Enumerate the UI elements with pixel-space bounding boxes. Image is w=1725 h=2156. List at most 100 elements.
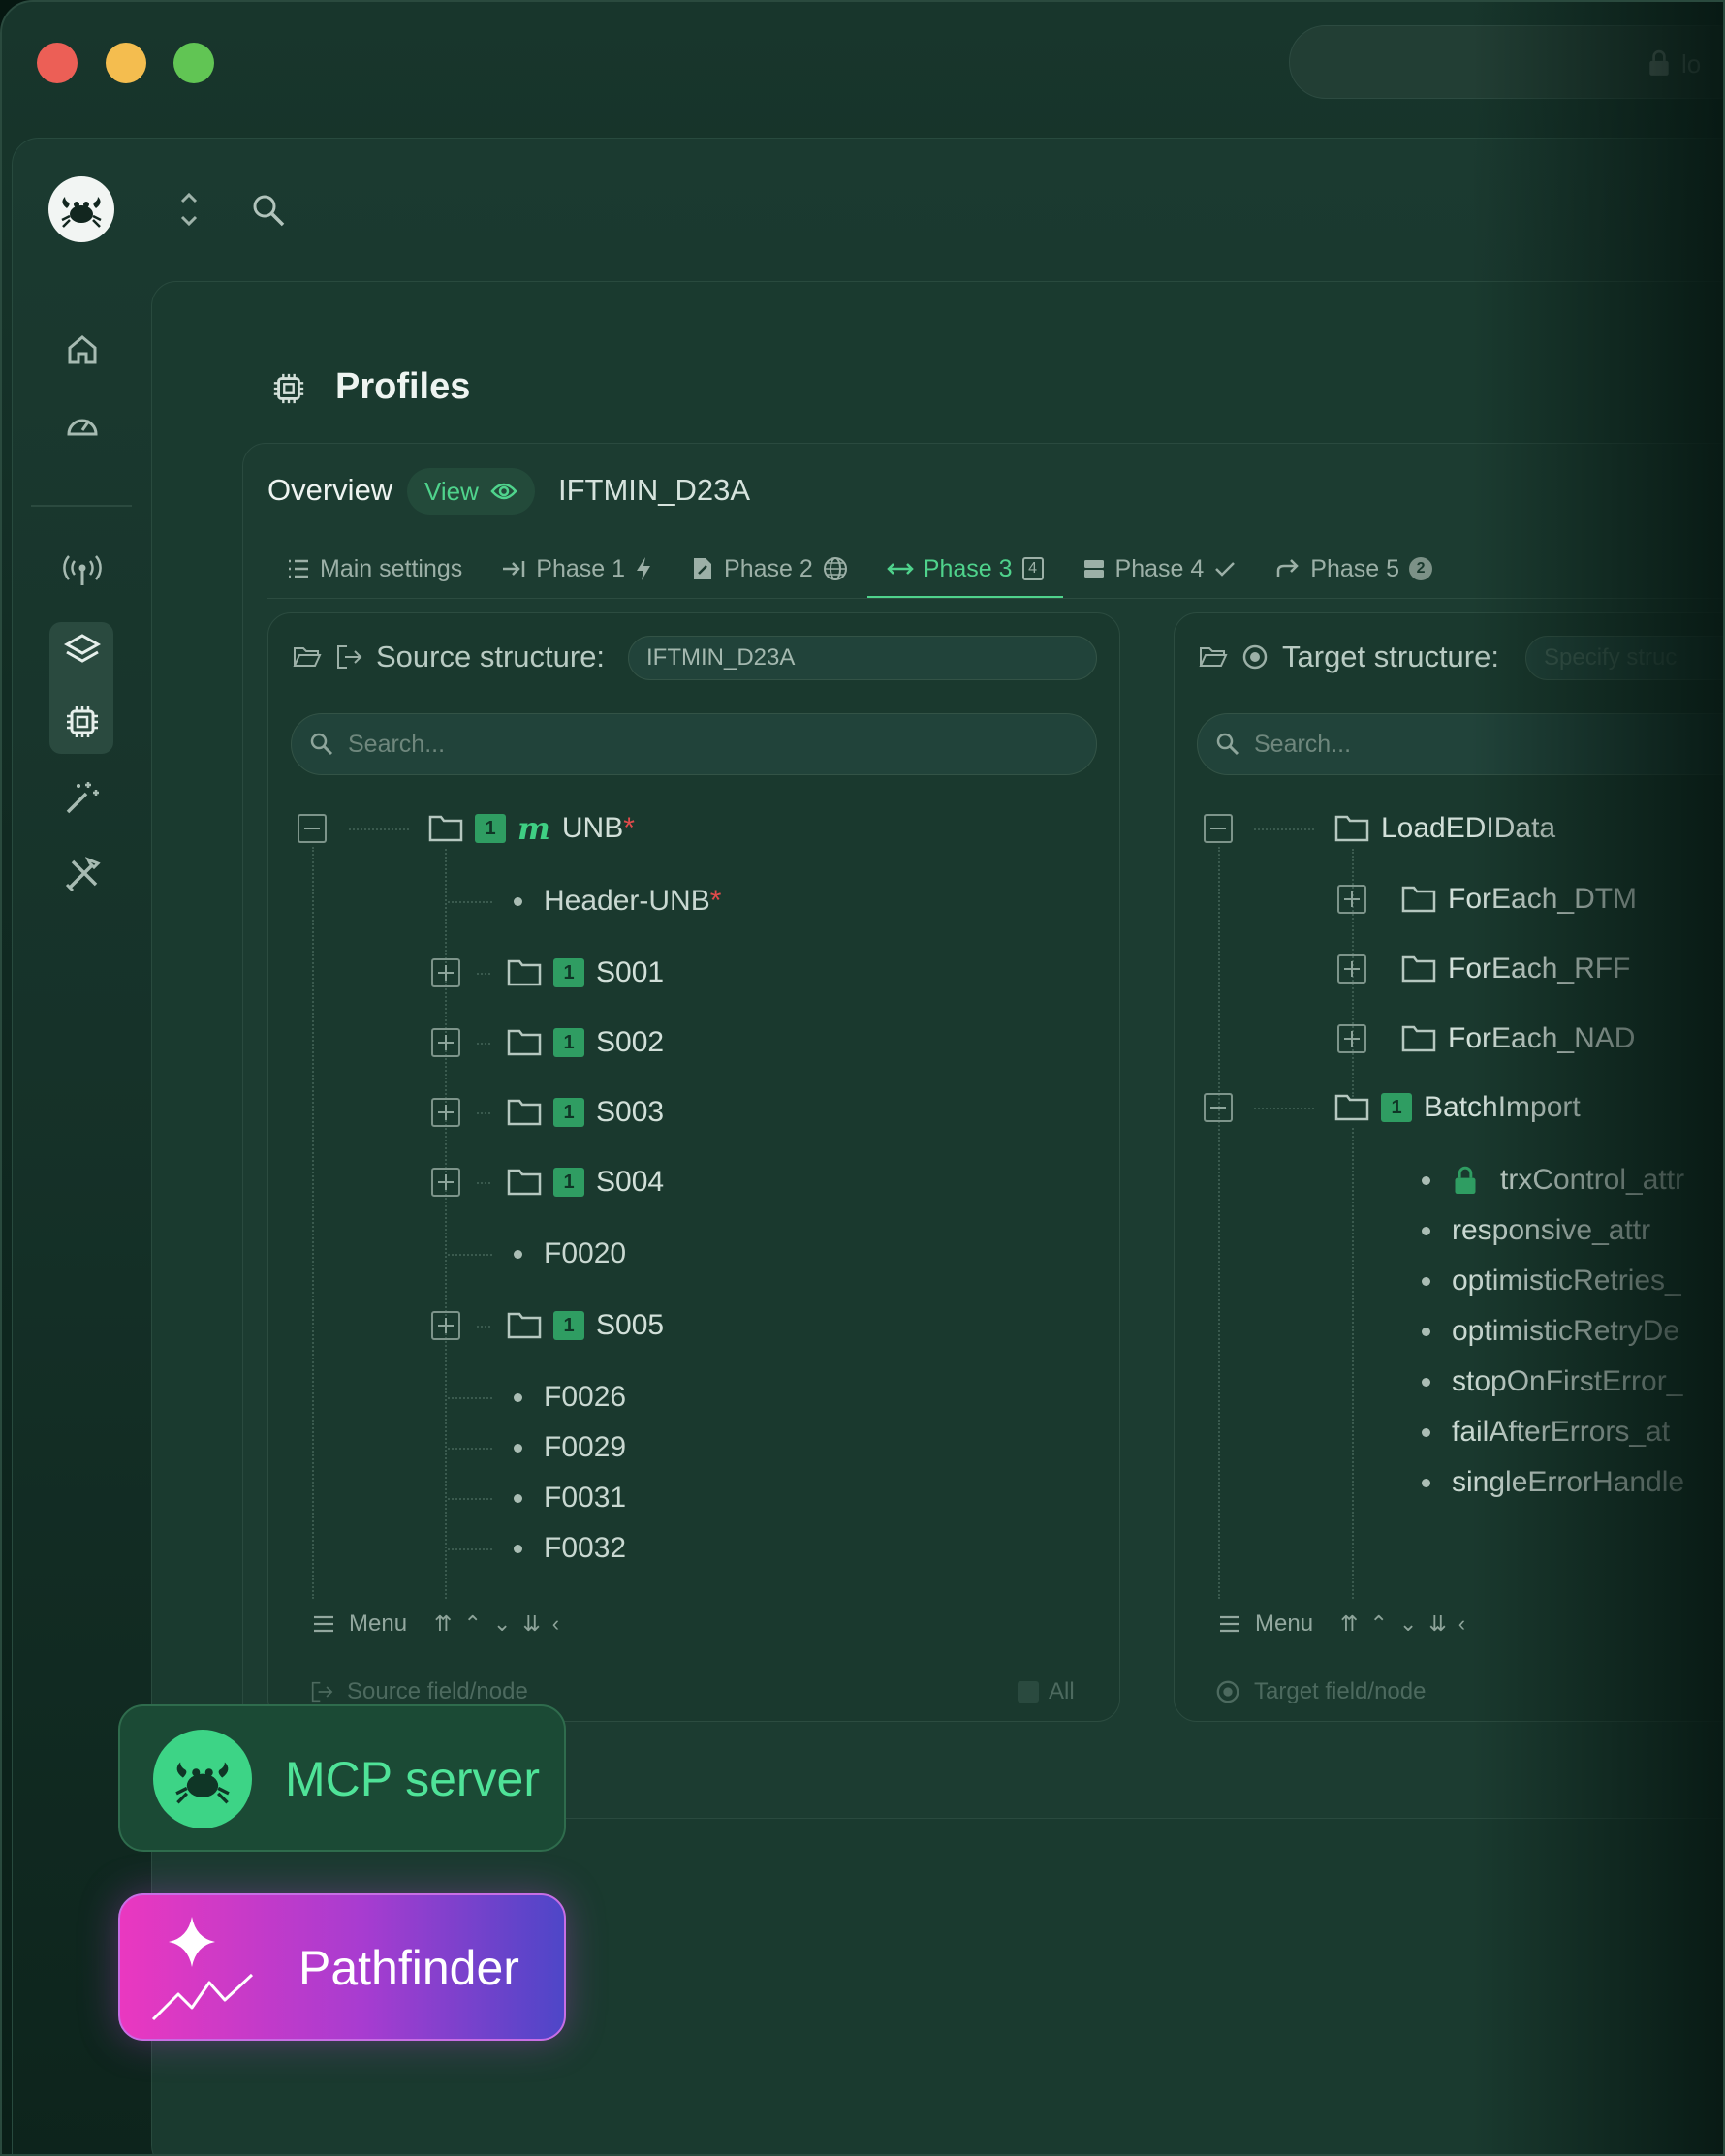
tree-node-unb[interactable] bbox=[298, 807, 327, 850]
node-label: LoadEDIData bbox=[1381, 812, 1556, 844]
menu-label[interactable]: Menu bbox=[1255, 1610, 1313, 1638]
chevron-up-down-icon[interactable] bbox=[178, 190, 200, 229]
move-bottom-icon[interactable]: ⇊ bbox=[522, 1611, 540, 1637]
cardinality-badge: 1 bbox=[553, 1028, 584, 1057]
move-top-icon[interactable]: ⇈ bbox=[1340, 1611, 1358, 1637]
move-down-icon[interactable]: ⌄ bbox=[1399, 1611, 1417, 1637]
tree-leaf-f0029[interactable]: F0029 bbox=[514, 1426, 626, 1469]
tree-leaf-single-error-handler[interactable]: singleErrorHandle bbox=[1422, 1461, 1684, 1504]
tab-phase-3[interactable]: Phase 3 4 bbox=[866, 545, 1063, 599]
tree-node-s003[interactable]: 1 S003 bbox=[431, 1091, 664, 1134]
tab-label: Phase 1 bbox=[536, 554, 626, 582]
tree-node-foreach-nad[interactable]: ForEach_NAD bbox=[1337, 1017, 1635, 1060]
tab-main-settings[interactable]: Main settings bbox=[267, 545, 482, 593]
account-pill-text: lo bbox=[1681, 49, 1702, 78]
tab-label: Phase 4 bbox=[1114, 554, 1205, 582]
tree-leaf-header-unb[interactable]: Header-UNB* bbox=[514, 880, 721, 922]
dashboard-icon[interactable] bbox=[58, 401, 107, 450]
expand-toggle[interactable] bbox=[1337, 954, 1366, 984]
folder-icon bbox=[1401, 886, 1436, 913]
leaf-label: stopOnFirstError_ bbox=[1452, 1365, 1683, 1397]
source-menu-bar: Menu ⇈ ⌃ ⌄ ⇊ ‹ bbox=[312, 1610, 559, 1638]
folder-icon bbox=[507, 1099, 542, 1126]
move-left-icon[interactable]: ‹ bbox=[552, 1611, 559, 1637]
move-down-icon[interactable]: ⌄ bbox=[493, 1611, 511, 1637]
leaf-bullet bbox=[514, 1392, 522, 1402]
chip-icon[interactable] bbox=[58, 698, 107, 746]
tree-leaf-trxcontrol[interactable]: trxControl_attr bbox=[1422, 1159, 1684, 1202]
expand-toggle[interactable] bbox=[1337, 885, 1366, 914]
tree-node-unb-label[interactable]: 1 m UNB* bbox=[428, 807, 635, 850]
tree-node-s004[interactable]: 1 S004 bbox=[431, 1161, 664, 1203]
target-structure-select[interactable]: Specify struc bbox=[1525, 636, 1723, 680]
tree-leaf-responsive[interactable]: responsive_attr bbox=[1422, 1209, 1650, 1252]
minimize-window-button[interactable] bbox=[106, 43, 146, 83]
tree-node-s001[interactable]: 1 S001 bbox=[431, 952, 664, 994]
account-pill[interactable]: lo bbox=[1289, 25, 1723, 99]
menu-icon[interactable] bbox=[1218, 1614, 1241, 1634]
page-title: Profiles bbox=[335, 366, 471, 407]
target-search-input[interactable] bbox=[1254, 730, 1642, 759]
expand-toggle[interactable] bbox=[431, 958, 460, 987]
target-search-field[interactable] bbox=[1197, 713, 1723, 775]
tools-icon[interactable] bbox=[58, 851, 107, 899]
tree-leaf-fail-after-errors[interactable]: failAfterErrors_at bbox=[1422, 1411, 1670, 1453]
tab-phase-4[interactable]: Phase 4 bbox=[1063, 545, 1257, 593]
source-structure-select[interactable]: IFTMIN_D23A bbox=[628, 636, 1097, 680]
collapse-toggle[interactable] bbox=[1204, 814, 1233, 843]
collapse-toggle[interactable] bbox=[1204, 1093, 1233, 1122]
source-search-input[interactable] bbox=[348, 730, 736, 759]
pathfinder-button[interactable]: Pathfinder bbox=[118, 1893, 566, 2041]
tree-node-foreach-rff[interactable]: ForEach_RFF bbox=[1337, 948, 1630, 990]
tree-leaf-f0020[interactable]: F0020 bbox=[514, 1233, 626, 1275]
tree-leaf-f0031[interactable]: F0031 bbox=[514, 1477, 626, 1519]
select-all-toggle[interactable]: All bbox=[1018, 1678, 1075, 1705]
broadcast-icon[interactable] bbox=[58, 547, 107, 595]
move-left-icon[interactable]: ‹ bbox=[1458, 1611, 1465, 1637]
move-up-icon[interactable]: ⌃ bbox=[1369, 1611, 1387, 1637]
tree-node-loadedidata[interactable] bbox=[1204, 807, 1233, 850]
menu-icon[interactable] bbox=[312, 1614, 335, 1634]
move-bottom-icon[interactable]: ⇊ bbox=[1428, 1611, 1446, 1637]
tree-leaf-f0026[interactable]: F0026 bbox=[514, 1376, 626, 1419]
tab-phase-2[interactable]: Phase 2 bbox=[672, 545, 867, 593]
expand-toggle[interactable] bbox=[431, 1028, 460, 1057]
tab-label: Phase 5 bbox=[1310, 554, 1400, 582]
collapse-toggle[interactable] bbox=[298, 814, 327, 843]
tree-leaf-optimistic-retry-delay[interactable]: optimisticRetryDe bbox=[1422, 1310, 1679, 1353]
move-up-icon[interactable]: ⌃ bbox=[463, 1611, 481, 1637]
search-icon bbox=[310, 733, 333, 756]
leaf-label: F0020 bbox=[544, 1237, 627, 1269]
magic-wand-icon[interactable] bbox=[58, 773, 107, 822]
tree-leaf-stop-on-first-error[interactable]: stopOnFirstError_ bbox=[1422, 1360, 1682, 1403]
node-label: S003 bbox=[596, 1096, 665, 1128]
home-icon[interactable] bbox=[58, 326, 107, 374]
expand-toggle[interactable] bbox=[431, 1168, 460, 1197]
tree-node-s005[interactable]: 1 S005 bbox=[431, 1304, 664, 1347]
source-search-field[interactable] bbox=[291, 713, 1097, 775]
app-logo[interactable] bbox=[48, 176, 114, 242]
close-window-button[interactable] bbox=[37, 43, 78, 83]
expand-toggle[interactable] bbox=[431, 1311, 460, 1340]
menu-label[interactable]: Menu bbox=[349, 1610, 407, 1638]
select-all-checkbox[interactable] bbox=[1018, 1681, 1039, 1703]
tree-node-foreach-dtm[interactable]: ForEach_DTM bbox=[1337, 878, 1637, 921]
tree-node-s002[interactable]: 1 S002 bbox=[431, 1021, 664, 1064]
search-icon[interactable] bbox=[250, 192, 287, 229]
node-label: S001 bbox=[596, 956, 665, 988]
tab-phase-5[interactable]: Phase 5 2 bbox=[1256, 545, 1452, 593]
mapped-mark-icon: m bbox=[518, 810, 550, 847]
expand-toggle[interactable] bbox=[431, 1098, 460, 1127]
tree-node-batchimport-label[interactable]: 1 BatchImport bbox=[1334, 1086, 1581, 1129]
tab-phase-1[interactable]: Phase 1 bbox=[482, 545, 672, 593]
view-button[interactable]: View bbox=[407, 468, 535, 515]
tree-leaf-optimistic-retries[interactable]: optimisticRetries_ bbox=[1422, 1260, 1681, 1302]
maximize-window-button[interactable] bbox=[173, 43, 214, 83]
tree-node-batchimport[interactable] bbox=[1204, 1086, 1233, 1129]
tree-leaf-f0032[interactable]: F0032 bbox=[514, 1527, 626, 1570]
layers-icon[interactable] bbox=[58, 626, 107, 674]
move-top-icon[interactable]: ⇈ bbox=[434, 1611, 452, 1637]
mcp-server-button[interactable]: MCP server bbox=[118, 1704, 566, 1852]
tree-node-loadedidata-label[interactable]: LoadEDIData bbox=[1334, 807, 1555, 850]
expand-toggle[interactable] bbox=[1337, 1024, 1366, 1053]
